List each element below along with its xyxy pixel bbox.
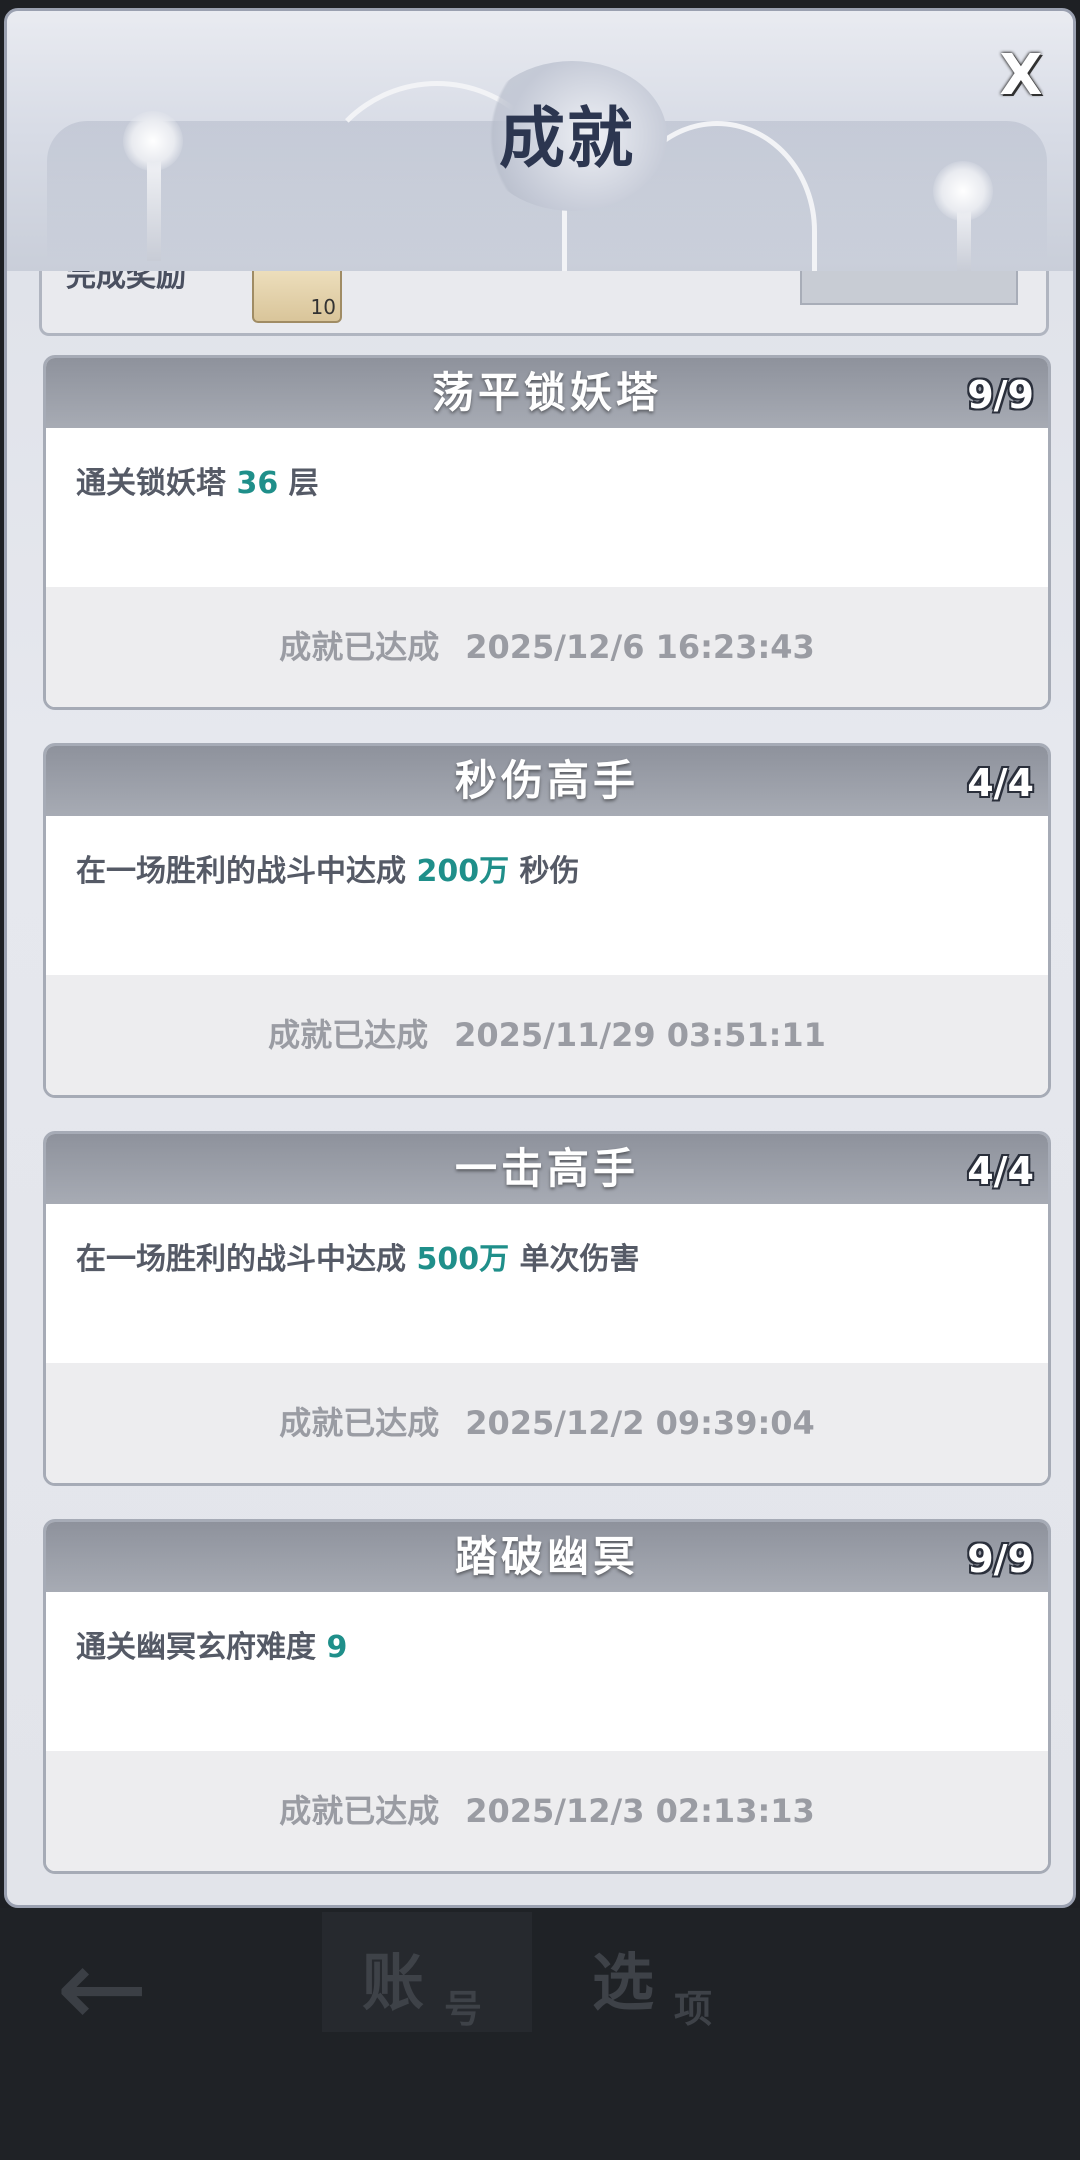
reward-item-count: 10 [310,295,336,319]
achievement-title: 荡平锁妖塔 [431,368,662,417]
completion-time: 2025/12/2 09:39:04 [465,1404,815,1442]
achievement-title: 踏破幽冥 [454,1532,639,1581]
achievement-card: 一击高手 4/4 在一场胜利的战斗中达成 500万 单次伤害 成就已达成 2025… [43,1131,1051,1486]
achievement-status: 成就已达成 2025/12/3 02:13:13 [46,1751,1048,1871]
achievement-status: 成就已达成 2025/11/29 03:51:11 [46,975,1048,1095]
desc-prefix: 在一场胜利的战斗中达成 [76,854,417,889]
achievement-description: 在一场胜利的战斗中达成 200万 秒伤 [76,846,580,890]
desc-value: 9 [326,1630,348,1665]
desc-value: 36 [236,466,279,501]
completion-time: 2025/11/29 03:51:11 [454,1016,826,1054]
reward-status-button[interactable] [800,265,1018,305]
close-button[interactable]: X [991,47,1051,107]
desc-value: 500万 [416,1242,510,1277]
panel-header: 成就 [7,11,1073,271]
tab-account-label-small: 号 [444,1986,483,2031]
bottom-nav-bar [0,1908,1080,2160]
completion-time: 2025/12/6 16:23:43 [465,628,815,666]
desc-prefix: 在一场胜利的战斗中达成 [76,1242,417,1277]
achievement-progress: 9/9 [967,1537,1034,1581]
back-arrow-icon[interactable]: ← [56,1933,176,2043]
status-label: 成就已达成 [279,628,440,666]
status-label: 成就已达成 [268,1016,429,1054]
page-title: 成就 [499,99,635,177]
desc-prefix: 通关锁妖塔 [76,466,237,501]
achievement-panel: 完成奖励 10 荡平锁妖塔 9/9 通关锁妖塔 36 层 成就已达成 2025/1… [4,8,1076,1908]
completion-time: 2025/12/3 02:13:13 [465,1792,815,1830]
achievement-description: 在一场胜利的战斗中达成 500万 单次伤害 [76,1234,640,1278]
achievement-status: 成就已达成 2025/12/6 16:23:43 [46,587,1048,707]
desc-suffix: 秒伤 [509,854,580,889]
achievement-title: 秒伤高手 [454,756,639,805]
achievement-progress: 9/9 [967,373,1034,417]
lantern-icon [123,111,183,171]
achievement-progress: 4/4 [967,761,1034,805]
tab-options-label-big: 选 [592,1946,655,2019]
desc-suffix: 单次伤害 [509,1242,640,1277]
achievement-card: 踏破幽冥 9/9 通关幽冥玄府难度 9 成就已达成 2025/12/3 02:13… [43,1519,1051,1874]
status-label: 成就已达成 [279,1792,440,1830]
achievement-status: 成就已达成 2025/12/2 09:39:04 [46,1363,1048,1483]
tab-options[interactable]: 选 项 [552,1912,762,2032]
achievement-title: 一击高手 [454,1144,639,1193]
lantern-icon [933,161,993,221]
achievement-card: 荡平锁妖塔 9/9 通关锁妖塔 36 层 成就已达成 2025/12/6 16:2… [43,355,1051,710]
tab-account[interactable]: 账 号 [322,1912,532,2032]
tab-options-label-small: 项 [674,1986,713,2031]
achievement-card: 秒伤高手 4/4 在一场胜利的战斗中达成 200万 秒伤 成就已达成 2025/1… [43,743,1051,1098]
achievement-progress: 4/4 [967,1149,1034,1193]
achievement-description: 通关锁妖塔 36 层 [76,458,319,502]
tab-account-label-big: 账 [362,1946,425,2019]
status-label: 成就已达成 [279,1404,440,1442]
desc-suffix: 层 [278,466,319,501]
desc-prefix: 通关幽冥玄府难度 [76,1630,327,1665]
achievement-description: 通关幽冥玄府难度 9 [76,1622,347,1666]
desc-value: 200万 [416,854,510,889]
